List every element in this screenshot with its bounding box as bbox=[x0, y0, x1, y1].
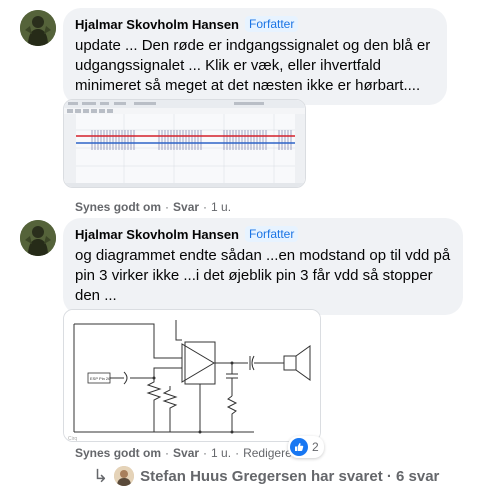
soldier-avatar-icon bbox=[20, 10, 56, 46]
avatar[interactable] bbox=[20, 220, 56, 256]
svg-text:Cirq: Cirq bbox=[68, 436, 77, 442]
comment-text: og diagrammet endte sådan ...en modstand… bbox=[75, 247, 451, 304]
author-name[interactable]: Hjalmar Skovholm Hansen bbox=[75, 227, 239, 242]
circuit-diagram-image[interactable]: ESP Pin 26 Cirq bbox=[63, 309, 321, 442]
timestamp[interactable]: 1 u. bbox=[211, 200, 231, 214]
schematic-image: ESP Pin 26 Cirq bbox=[64, 310, 320, 442]
comment-actions: Synes godt om · Svar · 1 u. · Redigeret bbox=[75, 446, 296, 460]
oscilloscope-image bbox=[64, 100, 305, 187]
reply-arrow-icon: ↳ bbox=[93, 466, 109, 486]
reaction-count: 2 bbox=[312, 440, 319, 454]
comment-bubble: Hjalmar Skovholm Hansen Forfatter update… bbox=[63, 8, 447, 105]
like-link[interactable]: Synes godt om bbox=[75, 200, 161, 214]
signal-screenshot-image[interactable] bbox=[63, 99, 306, 188]
like-icon bbox=[290, 438, 308, 456]
avatar[interactable] bbox=[20, 10, 56, 46]
replies-summary: Stefan Huus Gregersen har svaret · 6 sva… bbox=[140, 467, 440, 485]
reply-link[interactable]: Svar bbox=[173, 200, 199, 214]
comment-bubble: Hjalmar Skovholm Hansen Forfatter og dia… bbox=[63, 218, 463, 315]
comment-actions: Synes godt om · Svar · 1 u. bbox=[75, 200, 232, 214]
svg-text:ESP Pin 26: ESP Pin 26 bbox=[90, 376, 111, 381]
replier-avatar bbox=[114, 466, 135, 486]
timestamp[interactable]: 1 u. bbox=[211, 446, 231, 460]
reply-link[interactable]: Svar bbox=[173, 446, 199, 460]
comment-text: update ... Den røde er indgangssignalet … bbox=[75, 37, 431, 94]
view-replies-link[interactable]: ↳ Stefan Huus Gregersen har svaret · 6 s… bbox=[93, 466, 439, 486]
soldier-avatar-icon bbox=[20, 220, 56, 256]
author-name[interactable]: Hjalmar Skovholm Hansen bbox=[75, 17, 239, 32]
reaction-summary[interactable]: 2 bbox=[288, 436, 324, 458]
author-badge: Forfatter bbox=[245, 226, 299, 242]
like-link[interactable]: Synes godt om bbox=[75, 446, 161, 460]
author-badge: Forfatter bbox=[245, 16, 299, 32]
